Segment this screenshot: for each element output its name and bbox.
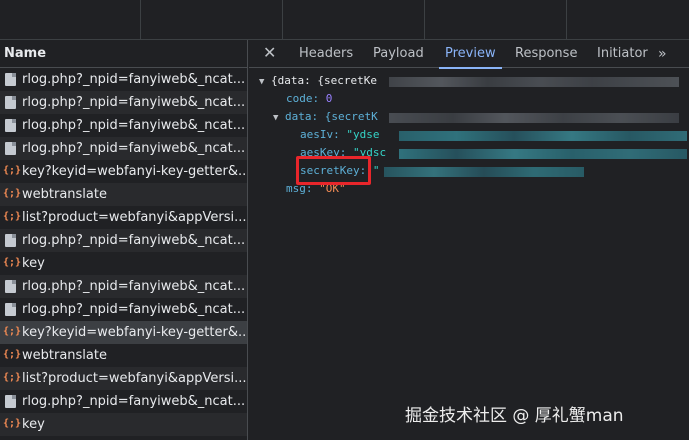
xhr-icon: {;} [3,418,22,429]
json-data-summary: data: {secretK [285,110,378,123]
request-name: key [22,417,45,432]
redacted-blur [399,131,687,141]
timeline-column [566,0,567,40]
request-row[interactable]: {;} key [0,252,247,275]
request-name: rlog.php?_npid=fanyiweb&_ncat... [22,302,246,317]
request-name: webtranslate [22,348,107,363]
document-icon [5,280,16,293]
xhr-icon: {;} [3,326,22,337]
request-name: list?product=webfanyi&appVersi... [22,210,247,225]
redacted-blur [384,167,584,177]
request-name: rlog.php?_npid=fanyiweb&_ncat... [22,394,246,409]
xhr-icon: {;} [3,165,22,176]
xhr-icon: {;} [3,188,22,199]
request-name: rlog.php?_npid=fanyiweb&_ncat... [22,72,246,87]
request-row[interactable]: {;} list?product=webfanyi&appVersi... [0,367,247,390]
document-icon [5,119,16,132]
expand-triangle-icon[interactable]: ▼ [273,110,285,126]
request-row[interactable]: rlog.php?_npid=fanyiweb&_ncat... [0,229,247,252]
json-root-line[interactable]: ▼ {data: {secretKe [259,73,377,89]
document-icon [5,96,16,109]
request-list: rlog.php?_npid=fanyiweb&_ncat... rlog.php… [0,68,247,436]
tab-preview[interactable]: Preview [439,40,502,69]
request-list-panel: Name rlog.php?_npid=fanyiweb&_ncat... rlo… [0,40,248,440]
request-row[interactable]: {;} key [0,413,247,436]
request-name: rlog.php?_npid=fanyiweb&_ncat... [22,279,246,294]
redacted-blur [389,77,679,87]
json-preview: ▼ {data: {secretKe code: 0 ▼ data: {secret… [249,69,689,440]
request-row[interactable]: {;} webtranslate [0,183,247,206]
document-icon [5,234,16,247]
tab-response[interactable]: Response [515,40,577,68]
xhr-icon: {;} [3,349,22,360]
tab-headers[interactable]: Headers [299,40,353,68]
request-row[interactable]: rlog.php?_npid=fanyiweb&_ncat... [0,298,247,321]
redacted-blur [389,113,679,123]
json-value-code: 0 [325,92,333,105]
request-row[interactable]: {;} key?keyid=webfanyi-key-getter&... [0,160,247,183]
timeline-column [282,0,283,40]
json-root-summary: {data: {secretKe [271,74,377,87]
name-column-header[interactable]: Name [0,40,247,68]
request-row[interactable]: rlog.php?_npid=fanyiweb&_ncat... [0,114,247,137]
json-key-code: code: [286,92,320,105]
json-value-secretkey: " [372,164,380,177]
request-name: rlog.php?_npid=fanyiweb&_ncat... [22,118,246,133]
json-data-line[interactable]: ▼ data: {secretK [273,109,378,125]
json-code-line: code: 0 [286,91,332,107]
document-icon [5,142,16,155]
xhr-icon: {;} [3,257,22,268]
request-name: webtranslate [22,187,107,202]
request-row[interactable]: rlog.php?_npid=fanyiweb&_ncat... [0,390,247,413]
request-row[interactable]: {;} list?product=webfanyi&appVersi... [0,206,247,229]
request-name: key?keyid=webfanyi-key-getter&... [22,325,247,340]
json-value-aesiv: "ydse [346,128,380,141]
xhr-icon: {;} [3,211,22,222]
request-row[interactable]: {;} key?keyid=webfanyi-key-getter&... [0,321,247,344]
more-tabs-icon[interactable]: » [658,40,667,68]
request-row[interactable]: rlog.php?_npid=fanyiweb&_ncat... [0,275,247,298]
secretkey-highlight-box [296,156,371,185]
timeline-column [140,0,141,40]
request-name: rlog.php?_npid=fanyiweb&_ncat... [22,95,246,110]
request-details-panel: ✕ Headers Payload Preview Response Initi… [249,40,689,440]
json-aesiv-line: aesIv: "ydse [300,127,380,143]
timeline-column [424,0,425,40]
request-name: key [22,256,45,271]
request-row[interactable]: rlog.php?_npid=fanyiweb&_ncat... [0,137,247,160]
document-icon [5,73,16,86]
expand-triangle-icon[interactable]: ▼ [259,74,271,90]
details-tabbar: ✕ Headers Payload Preview Response Initi… [249,40,689,69]
request-name: rlog.php?_npid=fanyiweb&_ncat... [22,233,246,248]
request-row[interactable]: {;} webtranslate [0,344,247,367]
request-row[interactable]: rlog.php?_npid=fanyiweb&_ncat... [0,68,247,91]
request-name: list?product=webfanyi&appVersi... [22,371,247,386]
timeline-strip [0,0,689,40]
watermark: 掘金技术社区 @ 厚礼蟹man [405,406,624,426]
request-name: key?keyid=webfanyi-key-getter&... [22,164,247,179]
json-key-aesiv: aesIv: [300,128,340,141]
xhr-icon: {;} [3,372,22,383]
tab-payload[interactable]: Payload [373,40,424,68]
request-row[interactable]: rlog.php?_npid=fanyiweb&_ncat... [0,91,247,114]
document-icon [5,395,16,408]
request-name: rlog.php?_npid=fanyiweb&_ncat... [22,141,246,156]
document-icon [5,303,16,316]
redacted-blur [399,149,687,159]
tab-initiator[interactable]: Initiator [597,40,648,68]
close-icon[interactable]: ✕ [263,43,276,63]
